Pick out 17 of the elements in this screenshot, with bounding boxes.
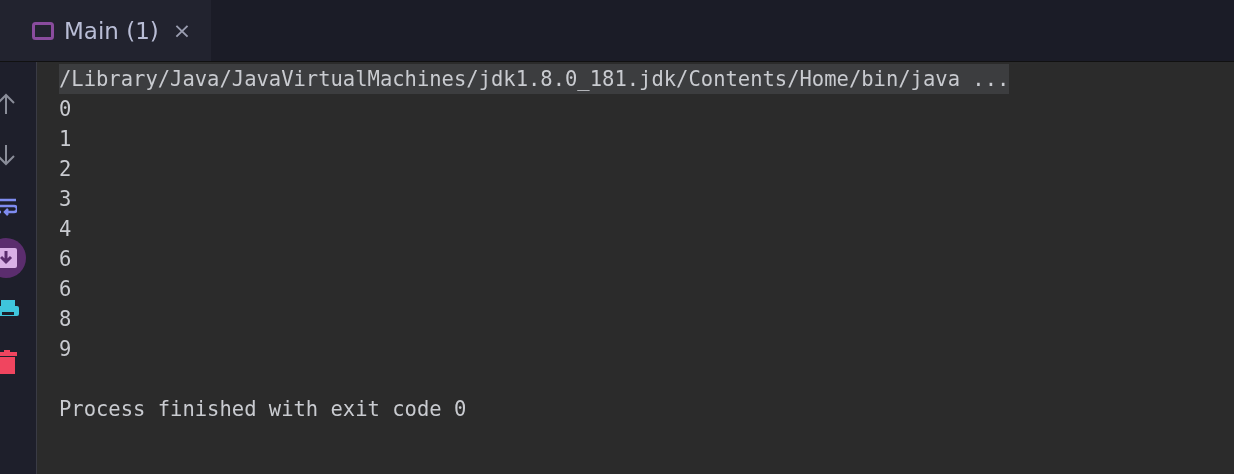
close-button[interactable]: × (172, 18, 192, 43)
output-line: 0 (59, 97, 72, 121)
run-tab[interactable]: Main (1) × (0, 0, 212, 61)
output-line: 9 (59, 337, 72, 361)
window-icon (32, 21, 54, 40)
output-line: 6 (59, 247, 72, 271)
output-line: Process finished with exit code 0 (59, 397, 467, 421)
output-line: 8 (59, 307, 72, 331)
scroll-up-icon[interactable] (0, 92, 15, 115)
trash-icon[interactable] (0, 350, 17, 374)
output-line: 2 (59, 157, 72, 181)
output-line: 4 (59, 217, 72, 241)
output-line: 6 (59, 277, 72, 301)
output-line: 3 (59, 187, 72, 211)
soft-wrap-icon[interactable] (0, 196, 17, 216)
scroll-down-icon[interactable] (0, 143, 15, 166)
output-line: 1 (59, 127, 72, 151)
